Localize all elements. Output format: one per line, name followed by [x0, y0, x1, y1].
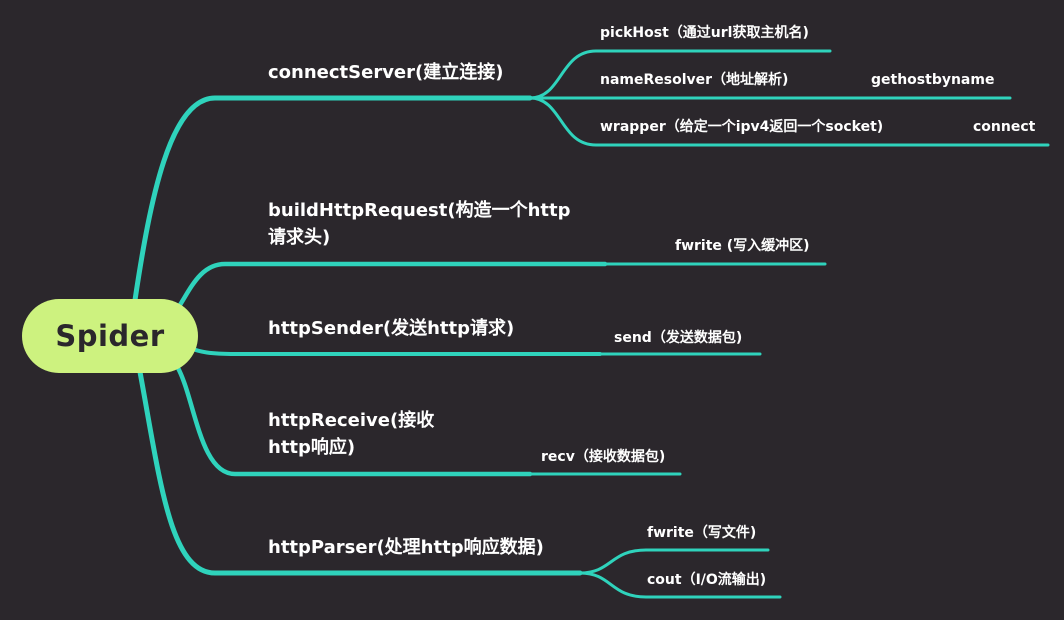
leaf-fwrite-buffer[interactable]: fwrite (写入缓冲区)	[675, 237, 810, 255]
branch-connectserver[interactable]: connectServer(建立连接)	[268, 59, 503, 86]
link-httpparser-fwrite	[578, 548, 770, 575]
leaf-pickhost[interactable]: pickHost（通过url获取主机名)	[600, 24, 809, 42]
leaf-cout[interactable]: cout（I/O流输出)	[647, 571, 766, 589]
branch-httpreceive-line1[interactable]: httpReceive(接收	[268, 407, 434, 434]
leaf-recv[interactable]: recv（接收数据包)	[541, 448, 665, 466]
leaf-nameresolver[interactable]: nameResolver（地址解析)	[600, 71, 788, 89]
root-node-spider[interactable]: Spider	[22, 299, 198, 373]
leaf-connect[interactable]: connect	[973, 118, 1035, 136]
leaf-wrapper[interactable]: wrapper（给定一个ipv4返回一个socket)	[600, 118, 883, 136]
link-root-buildhttprequest	[175, 261, 608, 311]
mind-map-canvas: Spider connectServer(建立连接) pickHost（通过ur…	[0, 0, 1064, 620]
branch-buildhttprequest-line2[interactable]: 请求头)	[268, 224, 330, 251]
branch-buildhttprequest-line1[interactable]: buildHttpRequest(构造一个http	[268, 197, 571, 224]
branch-httpparser[interactable]: httpParser(处理http响应数据)	[268, 534, 544, 561]
branch-httpsender[interactable]: httpSender(发送http请求)	[268, 315, 514, 342]
link-root-httpsender	[188, 346, 602, 356]
leaf-gethostbyname[interactable]: gethostbyname	[871, 71, 994, 89]
leaf-send[interactable]: send（发送数据包)	[614, 329, 742, 347]
branch-httpreceive-line2[interactable]: http响应)	[268, 434, 355, 461]
leaf-fwrite-file[interactable]: fwrite（写文件)	[647, 524, 756, 542]
